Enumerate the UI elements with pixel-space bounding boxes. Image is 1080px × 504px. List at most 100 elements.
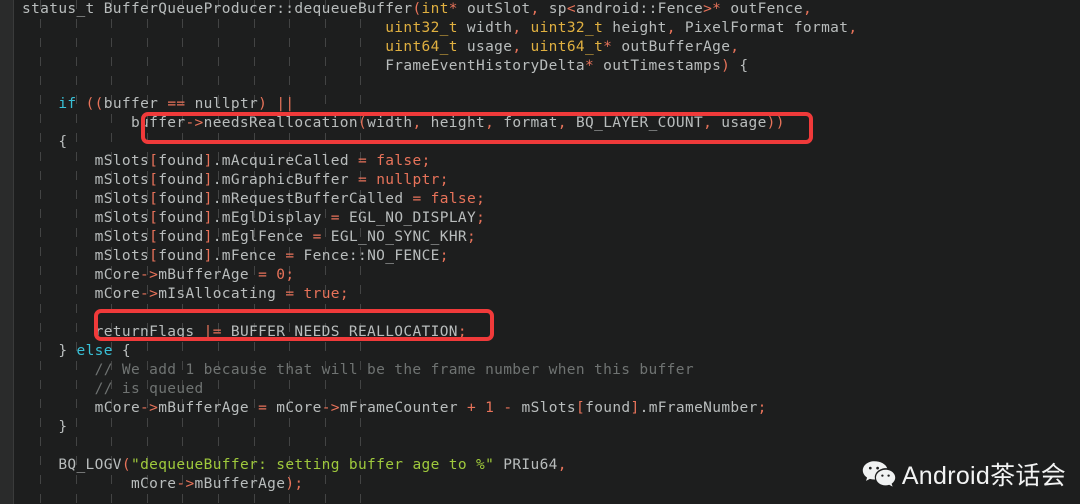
code-token: "dequeueBuffer: setting buffer age to %" [130,457,495,473]
code-token: (( [85,96,104,112]
code-line[interactable] [0,76,1080,95]
code-token: 1 [485,400,495,416]
code-line[interactable]: FrameEventHistoryDelta* outTimestamps) { [0,57,1080,76]
code-token: , [802,1,813,17]
code-token: false [430,191,477,207]
code-token: BUFFER_NEEDS_REALLOCATION [221,324,458,340]
code-token: false [376,153,422,169]
code-line[interactable]: mCore->mBufferAge = mCore->mFrameCounter… [0,399,1080,418]
code-token: android::Fence [575,1,704,17]
code-token: FrameEventHistoryDelta [22,58,585,74]
code-token: ] [203,191,213,207]
code-token: width [367,115,413,131]
code-line[interactable]: mSlots[found].mFence = Fence::NO_FENCE; [0,247,1080,266]
code-token: , [485,115,495,131]
code-token: width [457,20,513,36]
code-token: int [421,1,449,17]
code-token: height [421,115,486,131]
code-token: Fence::NO_FENCE [294,248,440,264]
code-line[interactable]: mSlots[found].mAcquireCalled = false; [0,152,1080,171]
code-token: ) [258,96,268,112]
code-token: } [22,343,77,359]
code-token: [ [149,229,159,245]
code-token: ; [439,172,449,188]
code-token: found [158,229,204,245]
code-token: ; [421,153,431,169]
code-token: = [258,400,268,416]
code-token: -> [140,267,159,283]
code-line[interactable]: mCore->mIsAllocating = true; [0,285,1080,304]
code-line[interactable]: status_t BufferQueueProducer::dequeueBuf… [0,0,1080,19]
code-token: .mEglFence [212,229,313,245]
code-token: found [158,248,204,264]
code-line[interactable] [0,437,1080,456]
code-token: || [276,96,295,112]
code-token: ; [476,191,486,207]
code-token: ; [285,267,295,283]
code-token: found [158,153,204,169]
code-token: uint32_t [385,20,458,36]
code-token: ] [203,172,213,188]
code-line[interactable]: mSlots[found].mGraphicBuffer = nullptr; [0,171,1080,190]
code-token: + [466,400,477,416]
code-token: true [303,286,340,302]
code-token: { [22,134,68,150]
code-token: { [112,343,131,359]
code-token: sp [539,1,567,17]
code-token: ; [457,324,467,340]
code-token: ] [630,400,640,416]
code-token: mSlots [512,400,577,416]
code-token: mSlots [22,191,150,207]
code-token: * [603,39,613,55]
code-line[interactable]: mCore->mBufferAge = 0; [0,266,1080,285]
code-token: * [448,1,458,17]
code-line[interactable]: mSlots[found].mEglFence = EGL_NO_SYNC_KH… [0,228,1080,247]
code-line[interactable]: // is queued [0,380,1080,399]
code-line[interactable]: mSlots[found].mRequestBufferCalled = fal… [0,190,1080,209]
code-token: nullptr [185,96,259,112]
code-token: , [557,457,567,473]
code-token: , [730,39,740,55]
code-token: ] [203,248,213,264]
code-token: outTimestamps [594,58,722,74]
code-token: usage [457,39,513,55]
code-token: , [666,20,676,36]
code-token: < [566,1,576,17]
code-line[interactable]: returnFlags |= BUFFER_NEEDS_REALLOCATION… [0,323,1080,342]
code-token: >* [703,1,722,17]
code-line[interactable]: if ((buffer == nullptr) || [0,95,1080,114]
code-token: [ [149,248,159,264]
code-token: , [557,115,567,131]
code-token: uint64_t [385,39,458,55]
code-line[interactable]: } [0,418,1080,437]
code-token: buffer [22,115,186,131]
code-token: )) [766,115,785,131]
code-token: -> [321,400,340,416]
code-line[interactable]: uint64_t usage, uint64_t* outBufferAge, [0,38,1080,57]
code-token: status_t BufferQueueProducer::dequeueBuf… [22,1,413,17]
code-token: ( [121,457,131,473]
code-token: mBufferAge [158,400,259,416]
code-token: |= [203,324,222,340]
code-token: , [530,1,540,17]
code-token: mCore [22,267,141,283]
code-line[interactable] [0,304,1080,323]
code-token: PRIu64 [494,457,558,473]
code-line[interactable]: } else { [0,342,1080,361]
watermark: Android茶话会 [862,456,1066,492]
code-token: ; [439,248,449,264]
code-content[interactable]: status_t BufferQueueProducer::dequeueBuf… [0,0,1080,494]
code-token: = [358,153,368,169]
code-line[interactable]: uint32_t width, uint32_t height, PixelFo… [0,19,1080,38]
code-line[interactable]: mSlots[found].mEglDisplay = EGL_NO_DISPL… [0,209,1080,228]
code-token: ) [721,58,731,74]
code-token: ] [203,153,213,169]
code-editor[interactable]: status_t BufferQueueProducer::dequeueBuf… [0,0,1080,504]
code-line[interactable]: { [0,133,1080,152]
code-line[interactable]: buffer->needsReallocation(width, height,… [0,114,1080,133]
code-line[interactable]: // We add 1 because that will be the fra… [0,361,1080,380]
code-token: .mAcquireCalled [212,153,358,169]
code-token: found [158,210,204,226]
